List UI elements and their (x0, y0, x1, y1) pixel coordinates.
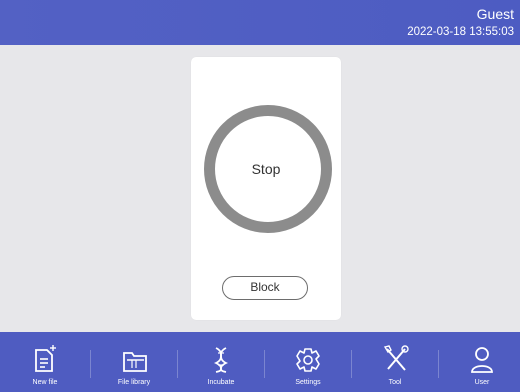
nav-new-file-label: New file (32, 379, 58, 386)
gear-icon (296, 348, 320, 372)
nav-file-library-label: File library (117, 379, 151, 386)
folder-icon (123, 352, 147, 372)
new-file-icon (35, 345, 56, 372)
header-bar: Guest 2022-03-18 13:55:03 (0, 0, 520, 45)
nav-user[interactable]: User (439, 332, 520, 392)
user-icon (471, 347, 493, 373)
nav-settings[interactable]: Settings (265, 332, 351, 392)
datetime: 2022-03-18 13:55:03 (407, 26, 514, 38)
main-area: Stop Block (0, 45, 520, 332)
nav-file-library[interactable]: File library (91, 332, 177, 392)
tools-icon (383, 345, 409, 371)
nav-settings-label: Settings (295, 379, 321, 386)
nav-tool-label: Tool (388, 379, 402, 386)
nav-new-file[interactable]: New file (2, 332, 88, 392)
status-label: Stop (251, 161, 281, 177)
nav-incubate-label: Incubate (207, 379, 235, 386)
block-button[interactable]: Block (222, 276, 308, 300)
nav-user-label: User (474, 379, 490, 386)
dna-icon (213, 347, 229, 373)
bottom-nav: New file File library Incubate Settings (0, 332, 520, 392)
nav-incubate[interactable]: Incubate (178, 332, 264, 392)
current-user: Guest (476, 6, 514, 22)
nav-tool[interactable]: Tool (352, 332, 438, 392)
status-card: Stop Block (191, 57, 341, 320)
